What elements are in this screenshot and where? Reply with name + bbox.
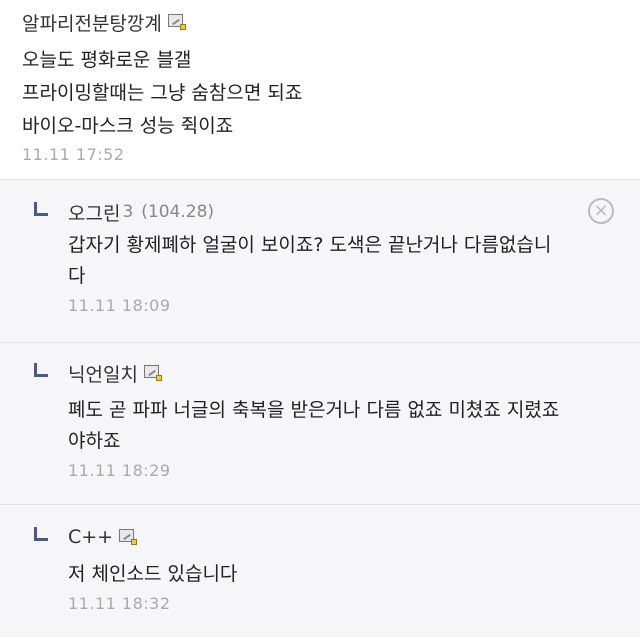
reply-author-suffix: 3 bbox=[122, 202, 134, 222]
reply-line: 갑자기 황제폐하 얼굴이 보이죠? 도색은 끝난거나 다름없습니 bbox=[68, 234, 552, 256]
reply-time: 11.11 18:29 bbox=[68, 461, 171, 480]
reply-item: 오그린 3 (104.28) × 갑자기 황제폐하 얼굴이 보이죠? 도색은 끝난… bbox=[0, 179, 640, 342]
post-body: 오늘도 평화로운 블갤 프라이밍할때는 그냥 숨참으면 되죠 바이오-마스크 성… bbox=[22, 44, 618, 143]
reply-author-line: 닉언일치 bbox=[68, 359, 610, 387]
reply-time: 11.11 18:09 bbox=[68, 296, 171, 315]
post-time: 11.11 17:52 bbox=[22, 145, 125, 164]
post-line: 바이오-마스크 성능 쥑이죠 bbox=[22, 115, 234, 137]
delete-icon[interactable]: × bbox=[588, 198, 614, 224]
reply-author-line: C++ bbox=[68, 523, 610, 551]
post-line: 오늘도 평화로운 블갤 bbox=[22, 49, 192, 71]
reply-author[interactable]: C++ bbox=[68, 526, 113, 548]
reply-author[interactable]: 닉언일치 bbox=[68, 360, 138, 387]
reply-line: 폐도 곧 파파 너글의 축복을 받은거나 다름 없죠 미쳤죠 지렸죠 bbox=[68, 399, 560, 421]
reply-author[interactable]: 오그린 bbox=[68, 199, 120, 226]
reply-line: 저 체인소드 있습니다 bbox=[68, 563, 238, 585]
post: 알파리전분탕깡계 오늘도 평화로운 블갤 프라이밍할때는 그냥 숨참으면 되죠 … bbox=[0, 0, 640, 179]
post-author[interactable]: 알파리전분탕깡계 bbox=[22, 9, 162, 36]
reply-line: 다 bbox=[68, 265, 86, 287]
reply-ip: (104.28) bbox=[141, 202, 215, 222]
reply-arrow-icon bbox=[34, 363, 48, 377]
post-author-line: 알파리전분탕깡계 bbox=[22, 8, 618, 36]
member-badge-icon bbox=[143, 365, 162, 381]
member-badge-icon bbox=[167, 14, 186, 30]
reply-time: 11.11 18:32 bbox=[68, 594, 171, 613]
reply-arrow-icon bbox=[34, 527, 48, 541]
reply-arrow-icon bbox=[34, 202, 48, 216]
member-badge-icon bbox=[119, 529, 138, 545]
reply-author-line: 오그린 3 (104.28) bbox=[68, 198, 610, 226]
reply-item: 닉언일치 폐도 곧 파파 너글의 축복을 받은거나 다름 없죠 미쳤죠 지렸죠 … bbox=[0, 342, 640, 504]
reply-line: 야하죠 bbox=[68, 430, 121, 452]
reply-item: C++ 저 체인소드 있습니다 11.11 18:32 bbox=[0, 504, 640, 637]
post-line: 프라이밍할때는 그냥 숨참으면 되죠 bbox=[22, 82, 303, 104]
